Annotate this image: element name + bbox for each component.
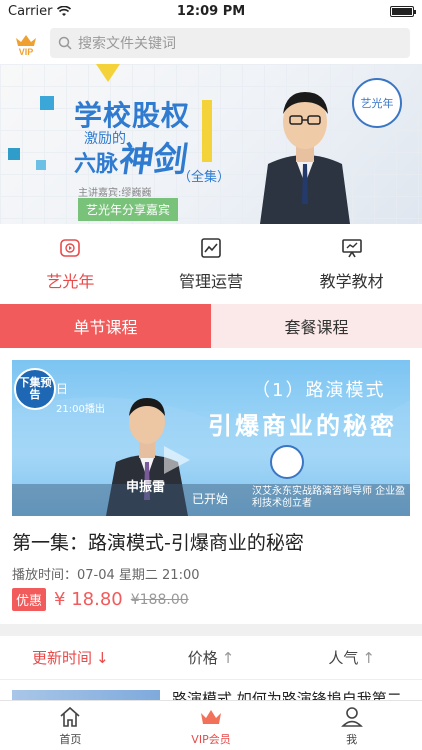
- tab-label: 首页: [59, 732, 82, 746]
- category-bar: 艺光年 管理运营 教学教材: [0, 224, 422, 304]
- video-title-line1: （1）路演模式: [252, 380, 386, 401]
- category-teaching[interactable]: 教学教材: [281, 224, 422, 304]
- tab-single-course[interactable]: 单节课程: [0, 304, 211, 348]
- video-air-time: 21:00播出: [56, 404, 105, 415]
- tab-label: 我: [346, 732, 358, 746]
- list-item-title: 路演模式 如何为路演锋埠自我第二: [172, 690, 402, 700]
- presenter-photo: [260, 92, 350, 224]
- carrier-label: Carrier: [8, 3, 53, 19]
- sort-by-price[interactable]: 价格 ↑: [141, 636, 282, 679]
- next-episode-badge: 下集预告: [14, 368, 56, 410]
- wifi-icon: [57, 5, 72, 16]
- course-air-time: 播放时间：07-04 星期二 21:00: [12, 568, 200, 583]
- started-label: 已开始: [192, 492, 229, 506]
- current-price: ¥ 18.80: [54, 589, 123, 610]
- banner-sub2: 六脉: [74, 152, 119, 177]
- discount-badge: 优惠: [12, 588, 47, 611]
- price-row: 优惠 ¥ 18.80 ¥188.00: [12, 588, 189, 611]
- sort-desc-arrow-icon: ↓: [96, 648, 109, 667]
- sort-asc-arrow-icon: ↑: [221, 648, 235, 667]
- status-left: Carrier: [8, 3, 72, 19]
- chart-icon: [201, 238, 221, 258]
- course-video-thumbnail[interactable]: （1）路演模式 引爆商业的秘密 下集预告 日 21:00播出 申振雷 已开始 汉…: [12, 360, 410, 516]
- presenter-slogan: 汉艾永东实战路演咨询导师 企业盈利技术创立者: [252, 486, 406, 509]
- category-management[interactable]: 管理运营: [141, 224, 282, 304]
- list-item-thumbnail: [12, 690, 160, 700]
- sort-label: 价格: [187, 649, 218, 667]
- banner-sub1: 激励的: [84, 131, 126, 147]
- banner-quan: （全集）: [178, 170, 231, 185]
- crown-icon: [201, 709, 221, 724]
- sort-by-update-time[interactable]: 更新时间 ↓: [0, 636, 141, 679]
- sort-asc-arrow-icon: ↑: [362, 648, 375, 667]
- category-label: 艺光年: [46, 272, 95, 291]
- bottom-tab-bar: 首页 VIP会员 我: [0, 700, 422, 750]
- tab-vip[interactable]: VIP会员: [141, 701, 282, 750]
- search-input[interactable]: 搜索文件关键词: [50, 28, 410, 58]
- presentation-icon: [341, 239, 362, 258]
- sort-by-popularity[interactable]: 人气 ↑: [281, 636, 422, 679]
- search-placeholder: 搜索文件关键词: [78, 36, 176, 52]
- crown-icon: VIP: [16, 35, 36, 57]
- user-icon: [340, 706, 363, 727]
- search-icon: [58, 36, 72, 50]
- play-circle-icon: [60, 239, 81, 257]
- vip-logo[interactable]: VIP: [12, 29, 40, 57]
- sort-label: 人气: [328, 649, 359, 667]
- banner-share: 艺光年分享嘉宾: [78, 198, 179, 221]
- banner-guest: 主讲嘉宾:缪巍巍: [78, 188, 152, 199]
- status-bar: Carrier 12:09 PM: [0, 0, 422, 22]
- tab-package-course[interactable]: 套餐课程: [211, 304, 422, 348]
- category-label: 管理运营: [179, 272, 244, 291]
- category-label: 教学教材: [319, 272, 384, 291]
- banner-logo: 艺光年: [352, 78, 402, 128]
- sort-bar: 更新时间 ↓ 价格 ↑ 人气 ↑: [0, 636, 422, 680]
- list-item[interactable]: 路演模式 如何为路演锋埠自我第二: [0, 680, 422, 700]
- tab-me[interactable]: 我: [281, 701, 422, 750]
- search-nav: VIP 搜索文件关键词: [0, 22, 422, 64]
- home-icon: [60, 706, 80, 727]
- sort-label: 更新时间: [32, 649, 93, 667]
- tab-label: VIP会员: [191, 732, 231, 746]
- course-card[interactable]: （1）路演模式 引爆商业的秘密 下集预告 日 21:00播出 申振雷 已开始 汉…: [0, 348, 422, 624]
- course-title[interactable]: 第一集：路演模式-引爆商业的秘密: [12, 528, 304, 555]
- video-date: 日: [56, 382, 69, 396]
- presenter-name: 申振雷: [126, 480, 166, 495]
- battery-icon: [390, 5, 416, 17]
- promo-banner[interactable]: 学校股权 激励的 六脉 神剑 （全集） 主讲嘉宾:缪巍巍 艺光年分享嘉宾 艺光年: [0, 64, 422, 224]
- video-title-line2: 引爆商业的秘密: [208, 412, 397, 440]
- course-type-tabs: 单节课程 套餐课程: [0, 304, 422, 348]
- vip-logo-text: VIP: [19, 47, 34, 57]
- original-price: ¥188.00: [130, 591, 189, 608]
- category-yiguangnian[interactable]: 艺光年: [0, 224, 141, 304]
- tab-home[interactable]: 首页: [0, 701, 141, 750]
